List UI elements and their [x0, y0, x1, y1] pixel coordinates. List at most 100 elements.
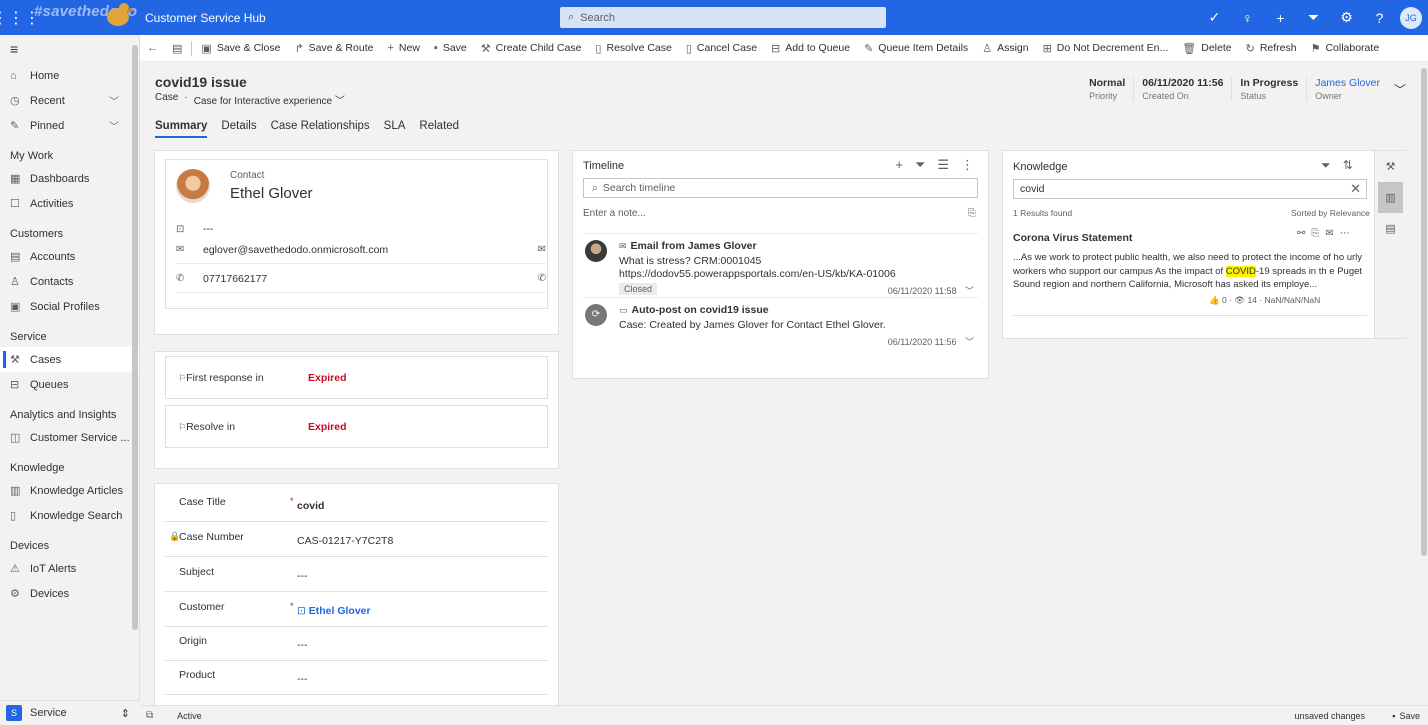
timeline-entry-autopost[interactable]: ⟳ ▭ Auto-post on covid19 issue Case: Crea…: [583, 297, 978, 347]
sla-resolve: ⚐Resolve in Expired: [165, 405, 548, 448]
nav-pinned[interactable]: ✎ Pinned ﹀: [0, 113, 139, 138]
new-button[interactable]: + New: [380, 35, 426, 62]
main-content: covid19 issue Case · Case for Interactiv…: [140, 62, 1420, 713]
nav-recent[interactable]: ◷ Recent ﹀: [0, 88, 139, 113]
chevron-down-icon[interactable]: ﹀: [965, 337, 974, 347]
chevron-down-icon[interactable]: ﹀: [109, 118, 119, 133]
timeline-entry-email[interactable]: ✉ Email from James Glover What is stress?…: [583, 233, 978, 296]
save-button[interactable]: ▪ Save: [427, 35, 474, 62]
more-icon[interactable]: ⋮: [961, 157, 974, 173]
open-window-icon[interactable]: ⧉: [146, 710, 153, 721]
command-separator: [191, 40, 193, 56]
timeline-search-input[interactable]: ⌕ Search timeline: [583, 178, 978, 198]
book-icon[interactable]: ▥: [1378, 182, 1403, 213]
record-title: covid19 issue: [155, 74, 247, 90]
wrench-icon[interactable]: ⚒: [1375, 151, 1406, 182]
queue-item-details-button[interactable]: ✎ Queue Item Details: [857, 35, 975, 62]
app-launcher-icon[interactable]: ⋮⋮⋮: [0, 0, 40, 35]
nav-devices[interactable]: ⚙ Devices: [0, 581, 139, 606]
details-icon: ✎: [864, 42, 874, 55]
tab-details[interactable]: Details: [221, 120, 256, 138]
chevron-down-icon[interactable]: ﹀: [965, 286, 974, 296]
nav-knowledge-articles[interactable]: ▥ Knowledge Articles: [0, 478, 139, 503]
owner-link[interactable]: James Glover: [1315, 77, 1380, 89]
filter-icon[interactable]: ⏷: [1297, 9, 1330, 26]
list-icon[interactable]: ☰: [937, 157, 949, 173]
do-not-decrement-button[interactable]: ⊞ Do Not Decrement En...: [1036, 35, 1176, 62]
send-email-icon[interactable]: ✉: [538, 244, 546, 255]
nav-activities[interactable]: ☐ Activities: [0, 191, 139, 216]
nav-knowledge-search[interactable]: ▯ Knowledge Search: [0, 503, 139, 528]
filter-icon[interactable]: ⏷: [915, 157, 925, 173]
form-selector[interactable]: Case for Interactive experience ﹀: [194, 92, 345, 107]
add-to-queue-button[interactable]: ⊟ Add to Queue: [764, 35, 857, 62]
more-icon[interactable]: ⋯: [1340, 228, 1350, 239]
scrollbar-thumb[interactable]: [1421, 68, 1427, 556]
nav-accounts[interactable]: ▤ Accounts: [0, 244, 139, 269]
tab-related[interactable]: Related: [419, 120, 459, 138]
nav-dashboards[interactable]: ▦ Dashboards: [0, 166, 139, 191]
customer-lookup[interactable]: ⊡ Ethel Glover: [297, 605, 371, 617]
lightbulb-icon[interactable]: ♀: [1231, 10, 1264, 26]
close-icon[interactable]: ✕: [1350, 181, 1361, 197]
subject-input[interactable]: ---: [297, 570, 308, 582]
task-icon[interactable]: ✓: [1198, 9, 1231, 26]
collaborate-button[interactable]: ⚑ Collaborate: [1304, 35, 1387, 62]
tab-summary[interactable]: Summary: [155, 120, 208, 138]
gear-icon[interactable]: ⚙: [1330, 9, 1363, 26]
global-search-input[interactable]: ⌕ Search: [560, 7, 886, 28]
plus-icon[interactable]: +: [1264, 10, 1297, 26]
create-child-case-button[interactable]: ⚒ Create Child Case: [474, 35, 589, 62]
link-icon[interactable]: ⚯: [1297, 228, 1305, 239]
delete-button[interactable]: 🗑 Delete: [1175, 35, 1238, 62]
sort-icon[interactable]: ⇅: [1343, 158, 1353, 173]
copy-icon[interactable]: ⎘: [1311, 228, 1319, 239]
timeline-note-input[interactable]: Enter a note... ⎘: [583, 208, 978, 219]
report-icon: ◫: [10, 432, 21, 444]
product-lookup[interactable]: ---: [297, 673, 308, 685]
paperclip-icon[interactable]: ⎘: [968, 208, 976, 219]
nav-home[interactable]: ⌂ Home: [0, 63, 139, 88]
contact-name-link[interactable]: Ethel Glover: [230, 185, 313, 202]
nav-social-profiles[interactable]: ▣ Social Profiles: [0, 294, 139, 319]
chevron-down-icon[interactable]: ﹀: [109, 93, 119, 108]
nav-queues[interactable]: ⊟ Queues: [0, 372, 139, 397]
user-avatar[interactable]: JG: [1400, 6, 1422, 29]
timeline-toolbar: + ⏷ ☰ ⋮: [895, 157, 974, 173]
article-title-link[interactable]: Corona Virus Statement: [1013, 232, 1132, 244]
save-icon: ▪: [1392, 710, 1396, 721]
main-scrollbar[interactable]: [1420, 62, 1428, 705]
hamburger-icon[interactable]: ≡: [0, 35, 139, 63]
refresh-button[interactable]: ↻ Refresh: [1239, 35, 1304, 62]
plus-icon[interactable]: +: [895, 157, 903, 173]
form-view-button[interactable]: ▤: [165, 35, 189, 62]
assign-button[interactable]: ♙ Assign: [975, 35, 1035, 62]
nav-cases[interactable]: ⚒ Cases: [0, 347, 139, 372]
help-icon[interactable]: ?: [1363, 10, 1396, 26]
cancel-case-button[interactable]: ▯ Cancel Case: [679, 35, 764, 62]
save-route-button[interactable]: ↱ Save & Route: [287, 35, 380, 62]
contact-phone[interactable]: 07717662177: [203, 273, 267, 285]
app-title[interactable]: Customer Service Hub: [145, 11, 266, 25]
resolve-case-button[interactable]: ▯ Resolve Case: [588, 35, 678, 62]
nav-scrollbar[interactable]: [132, 45, 138, 630]
knowledge-search-input[interactable]: covid ✕: [1013, 179, 1367, 199]
area-switcher[interactable]: S Service ⇕: [0, 700, 140, 725]
tab-case-relationships[interactable]: Case Relationships: [271, 120, 370, 138]
call-icon[interactable]: ✆: [538, 273, 546, 284]
form-icon[interactable]: ▤: [1375, 213, 1406, 244]
queue-icon: ⊟: [771, 42, 781, 55]
nav-contacts[interactable]: ♙ Contacts: [0, 269, 139, 294]
email-icon[interactable]: ✉: [1325, 228, 1333, 239]
case-title-input[interactable]: covid: [297, 500, 324, 512]
nav-iot-alerts[interactable]: ⚠ IoT Alerts: [0, 556, 139, 581]
status-save-button[interactable]: ▪ Save: [1392, 711, 1420, 721]
chevron-down-icon[interactable]: ﹀: [1394, 81, 1406, 98]
back-button[interactable]: ←: [140, 35, 165, 62]
origin-select[interactable]: ---: [297, 639, 308, 651]
filter-icon[interactable]: ⏷: [1321, 158, 1331, 173]
save-close-button[interactable]: ▣ Save & Close: [194, 35, 287, 62]
contact-email[interactable]: eglover@savethedodo.onmicrosoft.com: [203, 244, 388, 256]
tab-sla[interactable]: SLA: [384, 120, 406, 138]
nav-customer-service-insights[interactable]: ◫ Customer Service ...: [0, 425, 139, 450]
